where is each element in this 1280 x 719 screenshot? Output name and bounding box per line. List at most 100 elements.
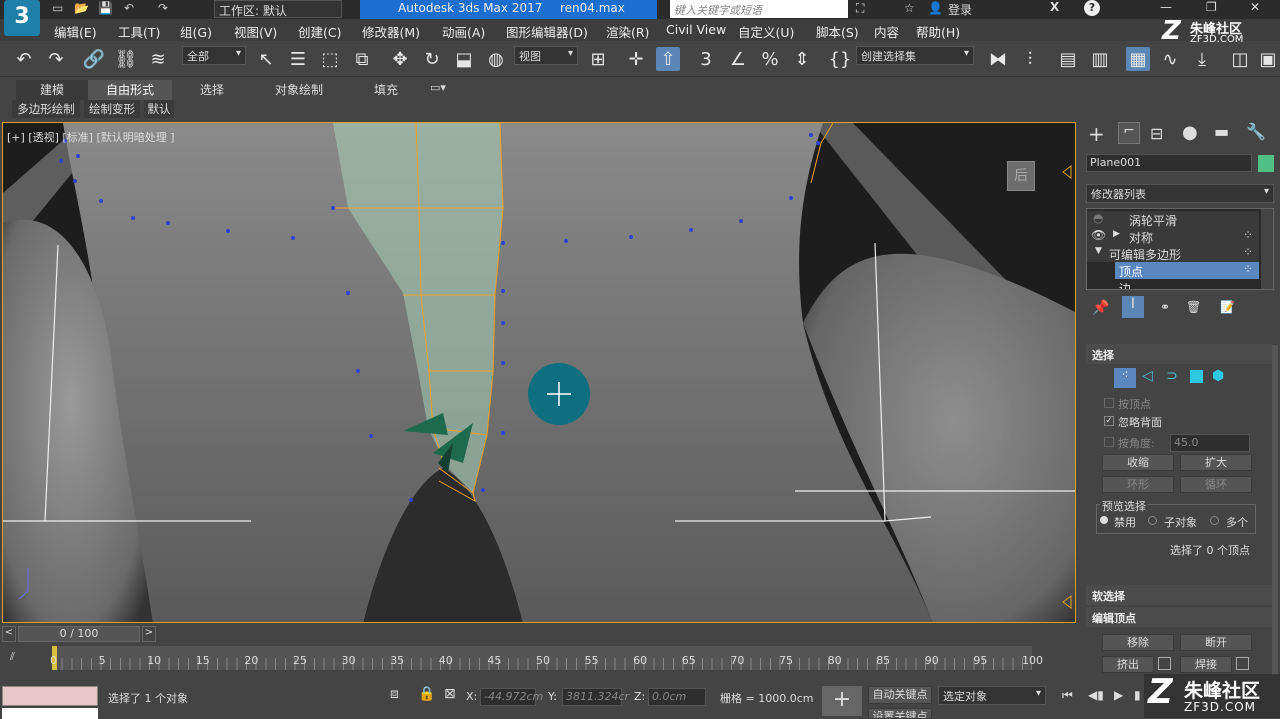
play-icon[interactable]: ▶ (1114, 688, 1123, 702)
stack-item-vertex[interactable]: 顶点 ⁘ (1115, 262, 1259, 279)
close-icon[interactable]: ✕ (1250, 0, 1260, 14)
preview-subobject-radio[interactable] (1148, 516, 1157, 525)
edge-mode-icon[interactable]: ◁ (1142, 368, 1153, 384)
select-by-name-icon[interactable]: ☰ (286, 47, 310, 71)
next-frame-icon[interactable]: > (142, 626, 156, 642)
new-file-icon[interactable]: ▭ (52, 1, 63, 15)
stack-item-symmetry[interactable]: 👁 ▶ 对称 ⁘ (1087, 228, 1259, 245)
vertex-mode-icon[interactable]: ⁖ (1114, 368, 1136, 388)
element-mode-icon[interactable]: ⬢ (1212, 368, 1224, 384)
prev-key-icon[interactable]: ◀▮ (1088, 688, 1104, 702)
spinner-snap-icon[interactable]: ⇕ (790, 47, 814, 71)
restore-icon[interactable]: ❐ (1206, 0, 1217, 14)
grow-button[interactable]: 扩大 (1180, 454, 1252, 471)
perspective-viewport[interactable]: [+] [透视] [标准] [默认明暗处理 ] 后 (2, 122, 1076, 623)
menu-rendering[interactable]: 渲染(R) (606, 22, 649, 41)
undo-title-icon[interactable]: ↶ (124, 1, 134, 15)
selection-lock-icon[interactable]: 🔒 (418, 686, 435, 702)
render-setup-icon[interactable]: ▣ (1256, 47, 1280, 71)
preview-off-radio[interactable] (1100, 516, 1108, 524)
eye-icon[interactable]: 👁 (1091, 228, 1106, 242)
modify-tab-icon[interactable]: ⌐ (1118, 122, 1140, 144)
make-unique-icon[interactable]: ⚭ (1160, 300, 1170, 314)
modifier-list-dropdown[interactable]: 修改器列表 (1086, 184, 1274, 203)
mirror-icon[interactable]: ⧓ (986, 47, 1010, 71)
prev-frame-icon[interactable]: < (2, 626, 16, 642)
schematic-view-icon[interactable]: ⤓ (1190, 47, 1214, 71)
workspace-dropdown[interactable]: 工作区: 默认 (214, 0, 342, 18)
z-coordinate-field[interactable]: 0.0cm (648, 688, 706, 706)
rect-selection-icon[interactable]: ⬚ (318, 47, 342, 71)
edit-vertices-rollout-header[interactable]: 编辑顶点 (1086, 607, 1272, 627)
select-manipulate-icon[interactable]: ✛ (624, 47, 648, 71)
binoculars-icon[interactable]: ⛶ (856, 1, 864, 16)
bind-spacewarp-icon[interactable]: ≋ (146, 47, 170, 71)
ribbon-tab-freeform[interactable]: 自由形式 (88, 80, 172, 100)
stack-scrollbar[interactable] (1261, 209, 1273, 289)
menu-edit[interactable]: 编辑(E) (54, 22, 97, 41)
menu-civil-view[interactable]: Civil View (666, 22, 726, 37)
menu-tools[interactable]: 工具(T) (118, 22, 160, 41)
toggle-ribbon-icon[interactable]: ▦ (1126, 47, 1150, 71)
save-icon[interactable]: 💾 (98, 1, 113, 15)
menu-customize[interactable]: 自定义(U) (738, 22, 794, 41)
ribbon-tab-modeling[interactable]: 建模 (16, 80, 88, 100)
menu-modifiers[interactable]: 修改器(M) (362, 22, 420, 41)
key-filter-dropdown[interactable]: 选定对象 (938, 686, 1046, 705)
undo-icon[interactable]: ↶ (12, 47, 36, 71)
star-icon[interactable]: ☆ (904, 1, 915, 15)
menu-create[interactable]: 创建(C) (298, 22, 341, 41)
remove-modifier-icon[interactable]: 🗑 (1186, 300, 1201, 314)
isolate-selection-icon[interactable]: ⧈ (390, 686, 399, 702)
expand-arrow-icon[interactable]: ▶ (1113, 229, 1120, 239)
extrude-button[interactable]: 挤出 (1102, 656, 1154, 673)
hierarchy-tab-icon[interactable]: ⊟ (1150, 124, 1163, 143)
snap-3d-icon[interactable]: 3 (694, 47, 718, 71)
goto-start-icon[interactable]: ⏮ (1062, 688, 1073, 703)
collapse-arrow-icon[interactable]: ▼ (1095, 246, 1102, 256)
menu-help[interactable]: 帮助(H) (916, 22, 960, 41)
scene-explorer-icon[interactable]: ▤ (1056, 47, 1080, 71)
weld-button[interactable]: 焊接 (1180, 656, 1232, 673)
ribbon-subtab-default[interactable]: 默认 (144, 100, 174, 118)
link-icon[interactable]: 🔗 (82, 47, 106, 71)
select-object-icon[interactable]: ↖ (254, 47, 278, 71)
layer-explorer-icon[interactable]: ▥ (1088, 47, 1112, 71)
configure-sets-icon[interactable]: 📝 (1220, 300, 1235, 314)
by-vertex-checkbox[interactable] (1104, 398, 1114, 408)
viewport-label[interactable]: [+] [透视] [标准] [默认明暗处理 ] (7, 129, 175, 145)
absolute-mode-icon[interactable]: ⊠ (444, 686, 456, 702)
set-key-button[interactable]: 设置关键点 (868, 708, 932, 719)
curve-editor-icon[interactable]: ∿ (1158, 47, 1182, 71)
percent-snap-icon[interactable]: % (758, 47, 782, 71)
edit-named-sets-icon[interactable]: {} (828, 47, 852, 71)
menu-animation[interactable]: 动画(A) (442, 22, 485, 41)
display-tab-icon[interactable]: ▬ (1214, 122, 1229, 141)
break-button[interactable]: 断开 (1180, 634, 1252, 651)
ribbon-subtab-polydraw[interactable]: 多边形绘制 (12, 100, 80, 118)
remove-button[interactable]: 移除 (1102, 634, 1174, 651)
place-icon[interactable]: ◍ (484, 47, 508, 71)
ring-button[interactable]: 环形 (1102, 476, 1174, 493)
material-editor-icon[interactable]: ◫ (1228, 47, 1252, 71)
ribbon-subtab-paint-deform[interactable]: 绘制变形 (84, 100, 140, 118)
select-rollout-header[interactable]: 选择 (1086, 344, 1272, 364)
curve-toggle-icon[interactable]: ⫽ (10, 650, 15, 664)
preview-multi-radio[interactable] (1210, 516, 1219, 525)
redo-title-icon[interactable]: ↷ (158, 1, 168, 15)
ignore-backfacing-checkbox[interactable]: ✓ (1104, 416, 1114, 426)
motion-tab-icon[interactable]: ● (1182, 122, 1198, 143)
stack-item-editable-poly[interactable]: ▼ 可编辑多边形 ⁘ (1087, 245, 1259, 262)
by-angle-checkbox[interactable] (1104, 437, 1114, 447)
app-logo[interactable]: 3 (4, 0, 40, 36)
search-input[interactable]: 键入关键字或短语 (670, 0, 848, 18)
pin-stack-icon[interactable]: 📌 (1092, 300, 1109, 316)
shrink-button[interactable]: 收缩 (1102, 454, 1174, 471)
window-crossing-icon[interactable]: ⧉ (350, 47, 374, 71)
x-coordinate-field[interactable]: -44.972cm (480, 688, 543, 706)
unlink-icon[interactable]: ⛓ (114, 47, 138, 71)
object-color-swatch[interactable] (1258, 155, 1274, 172)
angle-spinner[interactable]: 45.0 (1170, 434, 1250, 452)
extrude-settings-icon[interactable] (1158, 657, 1171, 670)
user-icon[interactable]: 👤 (928, 1, 943, 15)
